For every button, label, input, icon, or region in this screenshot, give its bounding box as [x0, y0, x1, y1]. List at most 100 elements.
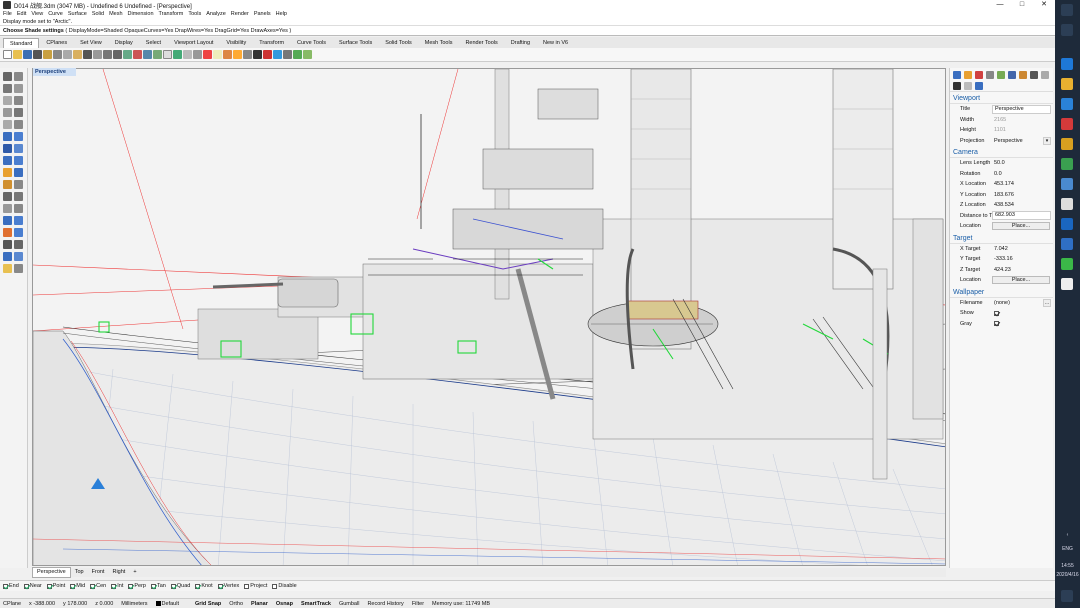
tab-mesh-tools[interactable]: Mesh Tools: [419, 38, 459, 48]
title-field[interactable]: Perspective: [992, 104, 1051, 114]
viewport-section-header[interactable]: Viewport: [950, 94, 1053, 104]
import-icon[interactable]: [43, 50, 52, 59]
osnap-perp[interactable]: Perp: [128, 583, 146, 589]
lock-icon[interactable]: [213, 50, 222, 59]
osnap-int[interactable]: Int: [111, 583, 123, 589]
polygon-icon[interactable]: [3, 120, 12, 129]
status-filter[interactable]: Filter: [412, 601, 424, 607]
cut-icon[interactable]: [53, 50, 62, 59]
help-icon[interactable]: [303, 50, 312, 59]
hide-icon[interactable]: [203, 50, 212, 59]
open-file-icon[interactable]: [13, 50, 22, 59]
save-file-icon[interactable]: [23, 50, 32, 59]
arc-icon[interactable]: [14, 96, 23, 105]
tray-chevron-icon[interactable]: ‹: [1055, 532, 1080, 538]
surface-icon[interactable]: [3, 132, 12, 141]
rhino-active-icon[interactable]: [1061, 278, 1073, 290]
tab-drafting[interactable]: Drafting: [505, 38, 536, 48]
four-view-icon[interactable]: [153, 50, 162, 59]
sun-tab-icon[interactable]: [1019, 71, 1027, 79]
menu-panels[interactable]: Panels: [254, 11, 271, 17]
clock-time[interactable]: 14:55: [1055, 563, 1080, 569]
tab-surface-tools[interactable]: Surface Tools: [333, 38, 378, 48]
paste-icon[interactable]: [73, 50, 82, 59]
edge-browser-icon[interactable]: [1061, 58, 1073, 70]
store-icon[interactable]: [1061, 138, 1073, 150]
tab-select[interactable]: Select: [140, 38, 167, 48]
tab-solid-tools[interactable]: Solid Tools: [379, 38, 418, 48]
zoom-selected-icon[interactable]: [143, 50, 152, 59]
distance-field[interactable]: 682.903: [992, 211, 1051, 221]
zoom-extents-icon[interactable]: [123, 50, 132, 59]
notification-icon[interactable]: [1061, 590, 1073, 602]
osnap-mid-checkbox[interactable]: [70, 583, 76, 589]
viewport-tab-top[interactable]: Top: [71, 568, 88, 577]
command-line[interactable]: Choose Shade settings ( DisplayMode=Shad…: [0, 26, 1055, 36]
menu-mesh[interactable]: Mesh: [109, 11, 122, 17]
viewport-tab-front[interactable]: Front: [88, 568, 109, 577]
tab-render-tools[interactable]: Render Tools: [459, 38, 503, 48]
wallpaper-section-header[interactable]: Wallpaper: [950, 288, 1053, 298]
add-viewport-tab-button[interactable]: +: [129, 568, 140, 577]
osnap-quad-checkbox[interactable]: [170, 583, 176, 589]
osnap-end[interactable]: End: [3, 583, 19, 589]
split-icon[interactable]: [14, 204, 23, 213]
tab-viewport-layout[interactable]: Viewport Layout: [168, 38, 219, 48]
osnap-tan-checkbox[interactable]: [150, 583, 156, 589]
y-target-field[interactable]: -333.16: [992, 256, 1053, 262]
box-icon[interactable]: [3, 156, 12, 165]
status-osnap[interactable]: Osnap: [276, 601, 293, 607]
trim-icon[interactable]: [3, 204, 12, 213]
menu-analyze[interactable]: Analyze: [206, 11, 226, 17]
osnap-knot-checkbox[interactable]: [195, 583, 201, 589]
select-all-icon[interactable]: [193, 50, 202, 59]
tab-standard[interactable]: Standard: [3, 38, 40, 48]
osnap-vertex-checkbox[interactable]: [217, 583, 223, 589]
dimension-icon[interactable]: [14, 252, 23, 261]
status-planar[interactable]: Planar: [251, 601, 268, 607]
environment-tab-icon[interactable]: [1008, 71, 1016, 79]
copy-object-icon[interactable]: [14, 216, 23, 225]
new-file-icon[interactable]: [3, 50, 12, 59]
pan-hand-icon[interactable]: [93, 50, 102, 59]
curve-icon[interactable]: [14, 84, 23, 93]
x-target-field[interactable]: 7.042: [992, 246, 1053, 252]
boolean-union-icon[interactable]: [3, 168, 12, 177]
minimize-button[interactable]: —: [989, 0, 1011, 10]
mesh-icon[interactable]: [3, 180, 12, 189]
undo-icon[interactable]: [83, 50, 92, 59]
menu-curve[interactable]: Curve: [48, 11, 63, 17]
explode-icon[interactable]: [14, 192, 23, 201]
rhino-app-icon[interactable]: [1061, 198, 1073, 210]
app-blue-icon[interactable]: [1061, 98, 1073, 110]
tab-display[interactable]: Display: [109, 38, 139, 48]
extrude-icon[interactable]: [14, 132, 23, 141]
properties-icon[interactable]: [243, 50, 252, 59]
camera-section-header[interactable]: Camera: [950, 148, 1053, 158]
osnap-disable-checkbox[interactable]: [272, 583, 278, 589]
menu-solid[interactable]: Solid: [92, 11, 104, 17]
app-red-icon[interactable]: [1061, 118, 1073, 130]
app-window-icon[interactable]: [1061, 238, 1073, 250]
boolean-diff-icon[interactable]: [14, 168, 23, 177]
grid-icon[interactable]: [163, 50, 172, 59]
circle-icon[interactable]: [3, 96, 12, 105]
menu-help[interactable]: Help: [276, 11, 287, 17]
move-icon[interactable]: [3, 216, 12, 225]
show-checkbox[interactable]: [994, 310, 999, 316]
loft-icon[interactable]: [3, 144, 12, 153]
polyline-icon[interactable]: [3, 84, 12, 93]
render-tab-icon[interactable]: [1030, 71, 1038, 79]
rotate-view-icon[interactable]: [103, 50, 112, 59]
y-location-field[interactable]: 183.676: [992, 192, 1053, 198]
mirror-icon[interactable]: [14, 240, 23, 249]
osnap-project[interactable]: Project: [244, 583, 267, 589]
x-location-field[interactable]: 453.174: [992, 181, 1053, 187]
osnap-tan[interactable]: Tan: [150, 583, 166, 589]
status-grid-snap[interactable]: Grid Snap: [195, 601, 221, 607]
select-arrow-icon[interactable]: [3, 72, 12, 81]
osnap-cen[interactable]: Cen: [90, 583, 106, 589]
panel-menu-icon[interactable]: [1041, 71, 1049, 79]
chevron-down-icon[interactable]: ▾: [1043, 136, 1051, 145]
render-icon[interactable]: [253, 50, 262, 59]
